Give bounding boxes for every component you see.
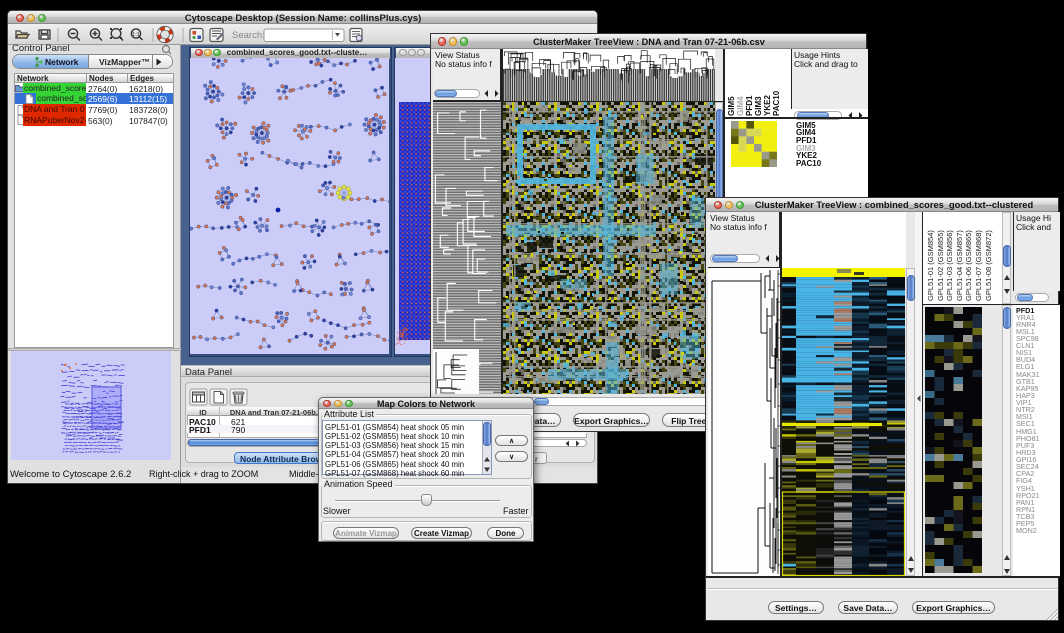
svg-text:Search:: Search: <box>232 30 265 41</box>
